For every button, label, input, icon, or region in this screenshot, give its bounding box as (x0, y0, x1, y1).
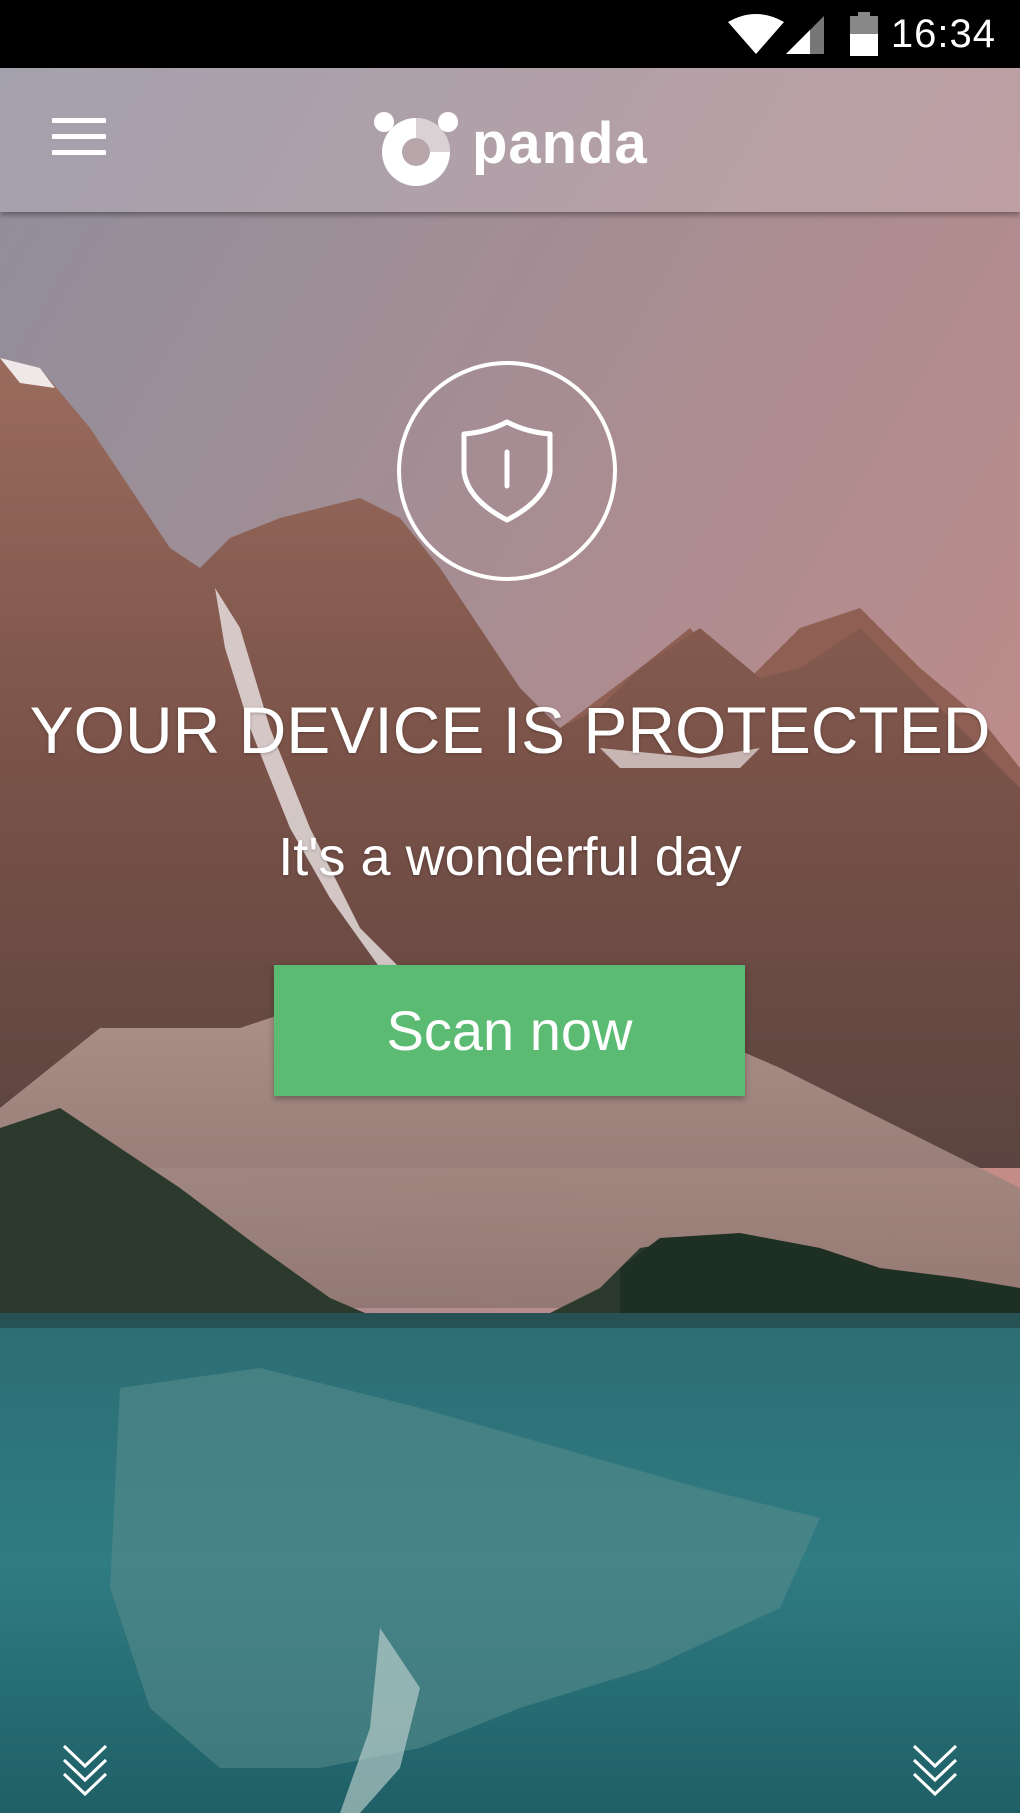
double-chevron-down-icon[interactable] (60, 1738, 110, 1798)
background-image (0, 68, 1020, 1813)
battery-icon (850, 12, 878, 56)
status-bar: 16:34 (0, 0, 1020, 68)
cell-signal-icon (786, 16, 824, 54)
app-bar: panda (0, 68, 1020, 212)
panda-logo: panda (372, 108, 672, 188)
logo-text: panda (472, 111, 648, 176)
panda-logo-icon (374, 112, 458, 186)
protection-status-headline: YOUR DEVICE IS PROTECTED (29, 693, 991, 767)
hamburger-menu-icon[interactable] (40, 108, 120, 172)
status-time: 16:34 (890, 12, 996, 56)
wifi-icon (728, 14, 784, 54)
shield-icon (397, 361, 617, 581)
scan-now-button[interactable]: Scan now (274, 965, 745, 1096)
double-chevron-down-icon[interactable] (910, 1738, 960, 1798)
status-subline: It's a wonderful day (278, 827, 742, 887)
